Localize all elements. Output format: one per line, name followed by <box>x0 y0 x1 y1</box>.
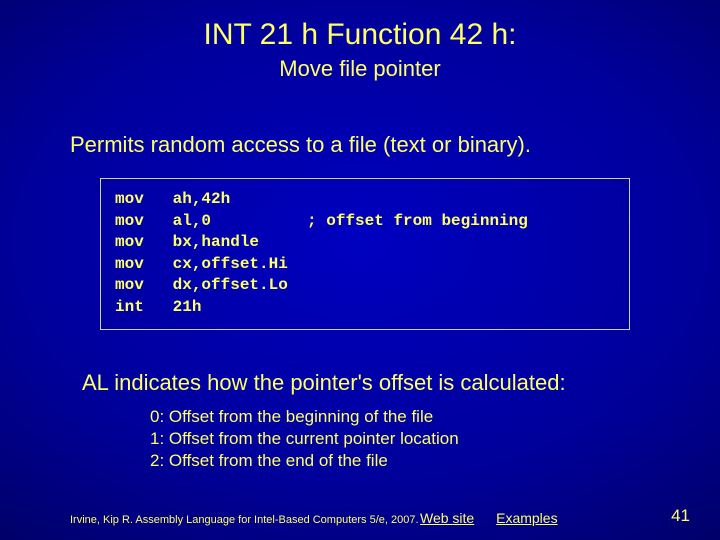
page-number: 41 <box>671 506 690 526</box>
footer-links: Web site Examples <box>420 510 576 526</box>
code-block: mov ah,42h mov al,0 ; offset from beginn… <box>100 178 630 330</box>
slide: INT 21 h Function 42 h: Move file pointe… <box>0 0 720 540</box>
intro-text: Permits random access to a file (text or… <box>70 132 720 158</box>
explanation-text: AL indicates how the pointer's offset is… <box>82 370 720 396</box>
list-item: 1: Offset from the current pointer locat… <box>150 428 720 450</box>
offset-list: 0: Offset from the beginning of the file… <box>150 406 720 472</box>
examples-link[interactable]: Examples <box>496 510 557 526</box>
list-item: 2: Offset from the end of the file <box>150 450 720 472</box>
citation: Irvine, Kip R. Assembly Language for Int… <box>70 514 419 526</box>
website-link[interactable]: Web site <box>420 510 474 526</box>
slide-title: INT 21 h Function 42 h: <box>0 0 720 52</box>
slide-subtitle: Move file pointer <box>0 56 720 82</box>
list-item: 0: Offset from the beginning of the file <box>150 406 720 428</box>
